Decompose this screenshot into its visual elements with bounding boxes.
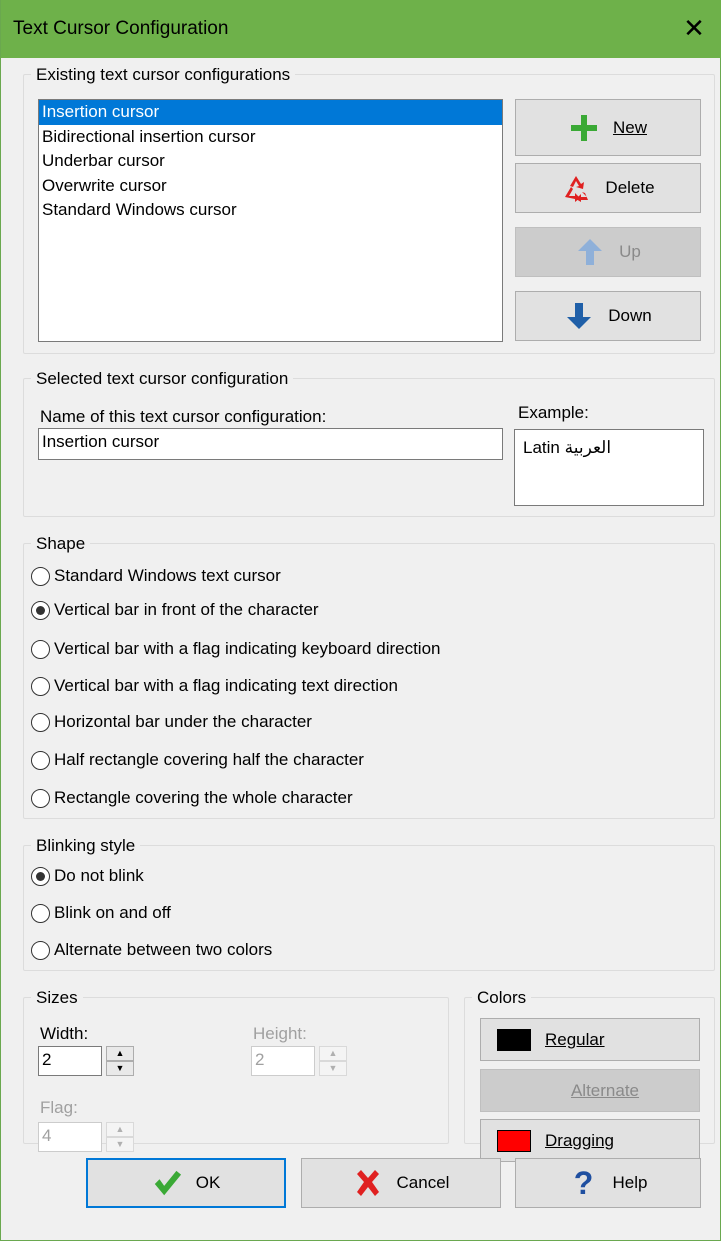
alternate-color-button: Alternate [480,1069,700,1112]
shape-radio[interactable]: Vertical bar with a flag indicating keyb… [31,639,441,659]
config-listbox[interactable]: Insertion cursor Bidirectional insertion… [38,99,503,342]
list-item[interactable]: Insertion cursor [39,100,502,125]
dragging-color-swatch [497,1129,531,1152]
blink-radio[interactable]: Alternate between two colors [31,940,272,960]
height-label: Height: [253,1024,307,1043]
spin-down-icon: ▼ [319,1061,347,1076]
width-input[interactable]: 2 [38,1046,102,1076]
radio-label: Vertical bar in front of the character [54,600,319,619]
radio-circle [31,750,50,770]
spin-up-icon: ▲ [319,1046,347,1061]
example-label: Example: [518,403,589,422]
shape-radio[interactable]: Vertical bar with a flag indicating text… [31,676,398,696]
dialog-title: Text Cursor Configuration [13,18,229,39]
title-bar: Text Cursor Configuration ✕ [1,0,721,58]
radio-circle-checked [31,600,50,620]
radio-circle-checked [31,866,50,886]
delete-button-label: Delete [605,178,655,197]
radio-label: Rectangle covering the whole character [54,788,353,807]
radio-circle [31,639,50,659]
arrow-up-icon [575,237,605,267]
spin-up-icon[interactable]: ▲ [106,1046,134,1061]
help-button[interactable]: ? Help [515,1158,701,1208]
shape-radio[interactable]: Vertical bar in front of the character [31,600,319,620]
regular-color-button[interactable]: Regular [480,1018,700,1061]
shape-radio[interactable]: Standard Windows text cursor [31,566,281,586]
radio-circle [31,566,50,586]
x-cancel-icon [353,1168,383,1198]
shape-radio[interactable]: Horizontal bar under the character [31,712,312,732]
radio-circle [31,676,50,696]
flag-label: Flag: [40,1098,78,1117]
width-stepper[interactable]: ▲ ▼ [106,1046,134,1076]
down-button-label: Down [608,306,652,325]
shape-radio[interactable]: Rectangle covering the whole character [31,788,353,808]
alternate-button-label: Alternate [570,1080,640,1100]
help-button-label: Help [612,1173,648,1192]
name-field-label: Name of this text cursor configuration: [40,407,327,426]
cancel-button[interactable]: Cancel [301,1158,501,1208]
radio-circle [31,940,50,960]
height-stepper: ▲ ▼ [319,1046,347,1076]
checkmark-icon [152,1168,182,1198]
up-button[interactable]: Up [515,227,701,277]
blink-radio[interactable]: Do not blink [31,866,144,886]
ok-button[interactable]: OK [86,1158,286,1208]
flag-stepper: ▲ ▼ [106,1122,134,1152]
radio-label: Half rectangle covering half the charact… [54,750,364,769]
list-item[interactable]: Underbar cursor [39,149,502,174]
spin-down-icon[interactable]: ▼ [106,1061,134,1076]
radio-label: Do not blink [54,866,144,885]
ok-button-label: OK [195,1173,221,1192]
recycle-icon [561,173,591,203]
plus-icon [569,113,599,143]
down-button[interactable]: Down [515,291,701,341]
width-spinner[interactable]: 2 ▲ ▼ [38,1046,134,1076]
width-label: Width: [40,1024,89,1043]
radio-label: Vertical bar with a flag indicating keyb… [54,639,441,658]
example-latin-text: Latin [523,438,560,457]
list-item[interactable]: Bidirectional insertion cursor [39,125,502,150]
cancel-button-label: Cancel [396,1173,450,1192]
close-icon[interactable]: ✕ [676,10,712,46]
flag-input: 4 [38,1122,102,1152]
example-arabic-text: العربية [564,438,612,457]
shape-label: Shape [31,534,91,554]
height-input: 2 [251,1046,315,1076]
existing-configs-label: Existing text cursor configurations [31,65,296,85]
radio-label: Vertical bar with a flag indicating text… [54,676,398,695]
question-mark-icon: ? [573,1164,594,1201]
blinking-label: Blinking style [31,836,141,856]
list-item[interactable]: Standard Windows cursor [39,198,502,223]
radio-circle [31,903,50,923]
regular-color-swatch [497,1028,531,1051]
height-spinner: 2 ▲ ▼ [251,1046,347,1076]
radio-label: Alternate between two colors [54,940,273,959]
dragging-color-button[interactable]: Dragging [480,1119,700,1162]
arrow-down-icon [564,301,594,331]
radio-label: Horizontal bar under the character [54,712,312,731]
spin-down-icon: ▼ [106,1137,134,1152]
selected-config-label: Selected text cursor configuration [31,369,294,389]
regular-button-label: Regular [545,1029,605,1049]
up-button-label: Up [619,242,641,261]
radio-label: Standard Windows text cursor [54,566,281,585]
flag-spinner: 4 ▲ ▼ [38,1122,134,1152]
name-input[interactable]: Insertion cursor [38,428,503,460]
radio-circle [31,712,50,732]
delete-button[interactable]: Delete [515,163,701,213]
sizes-label: Sizes [31,988,83,1008]
new-button-label: New [612,117,647,137]
shape-radio[interactable]: Half rectangle covering half the charact… [31,750,364,770]
example-preview: Latin العربية [514,429,704,506]
list-item[interactable]: Overwrite cursor [39,174,502,199]
colors-label: Colors [472,988,532,1008]
radio-label: Blink on and off [54,903,171,922]
spin-up-icon: ▲ [106,1122,134,1137]
dialog-window: Text Cursor Configuration ✕ Existing tex… [0,0,721,1241]
new-button[interactable]: New [515,99,701,156]
radio-circle [31,788,50,808]
dragging-button-label: Dragging [545,1130,614,1150]
blink-radio[interactable]: Blink on and off [31,903,171,923]
